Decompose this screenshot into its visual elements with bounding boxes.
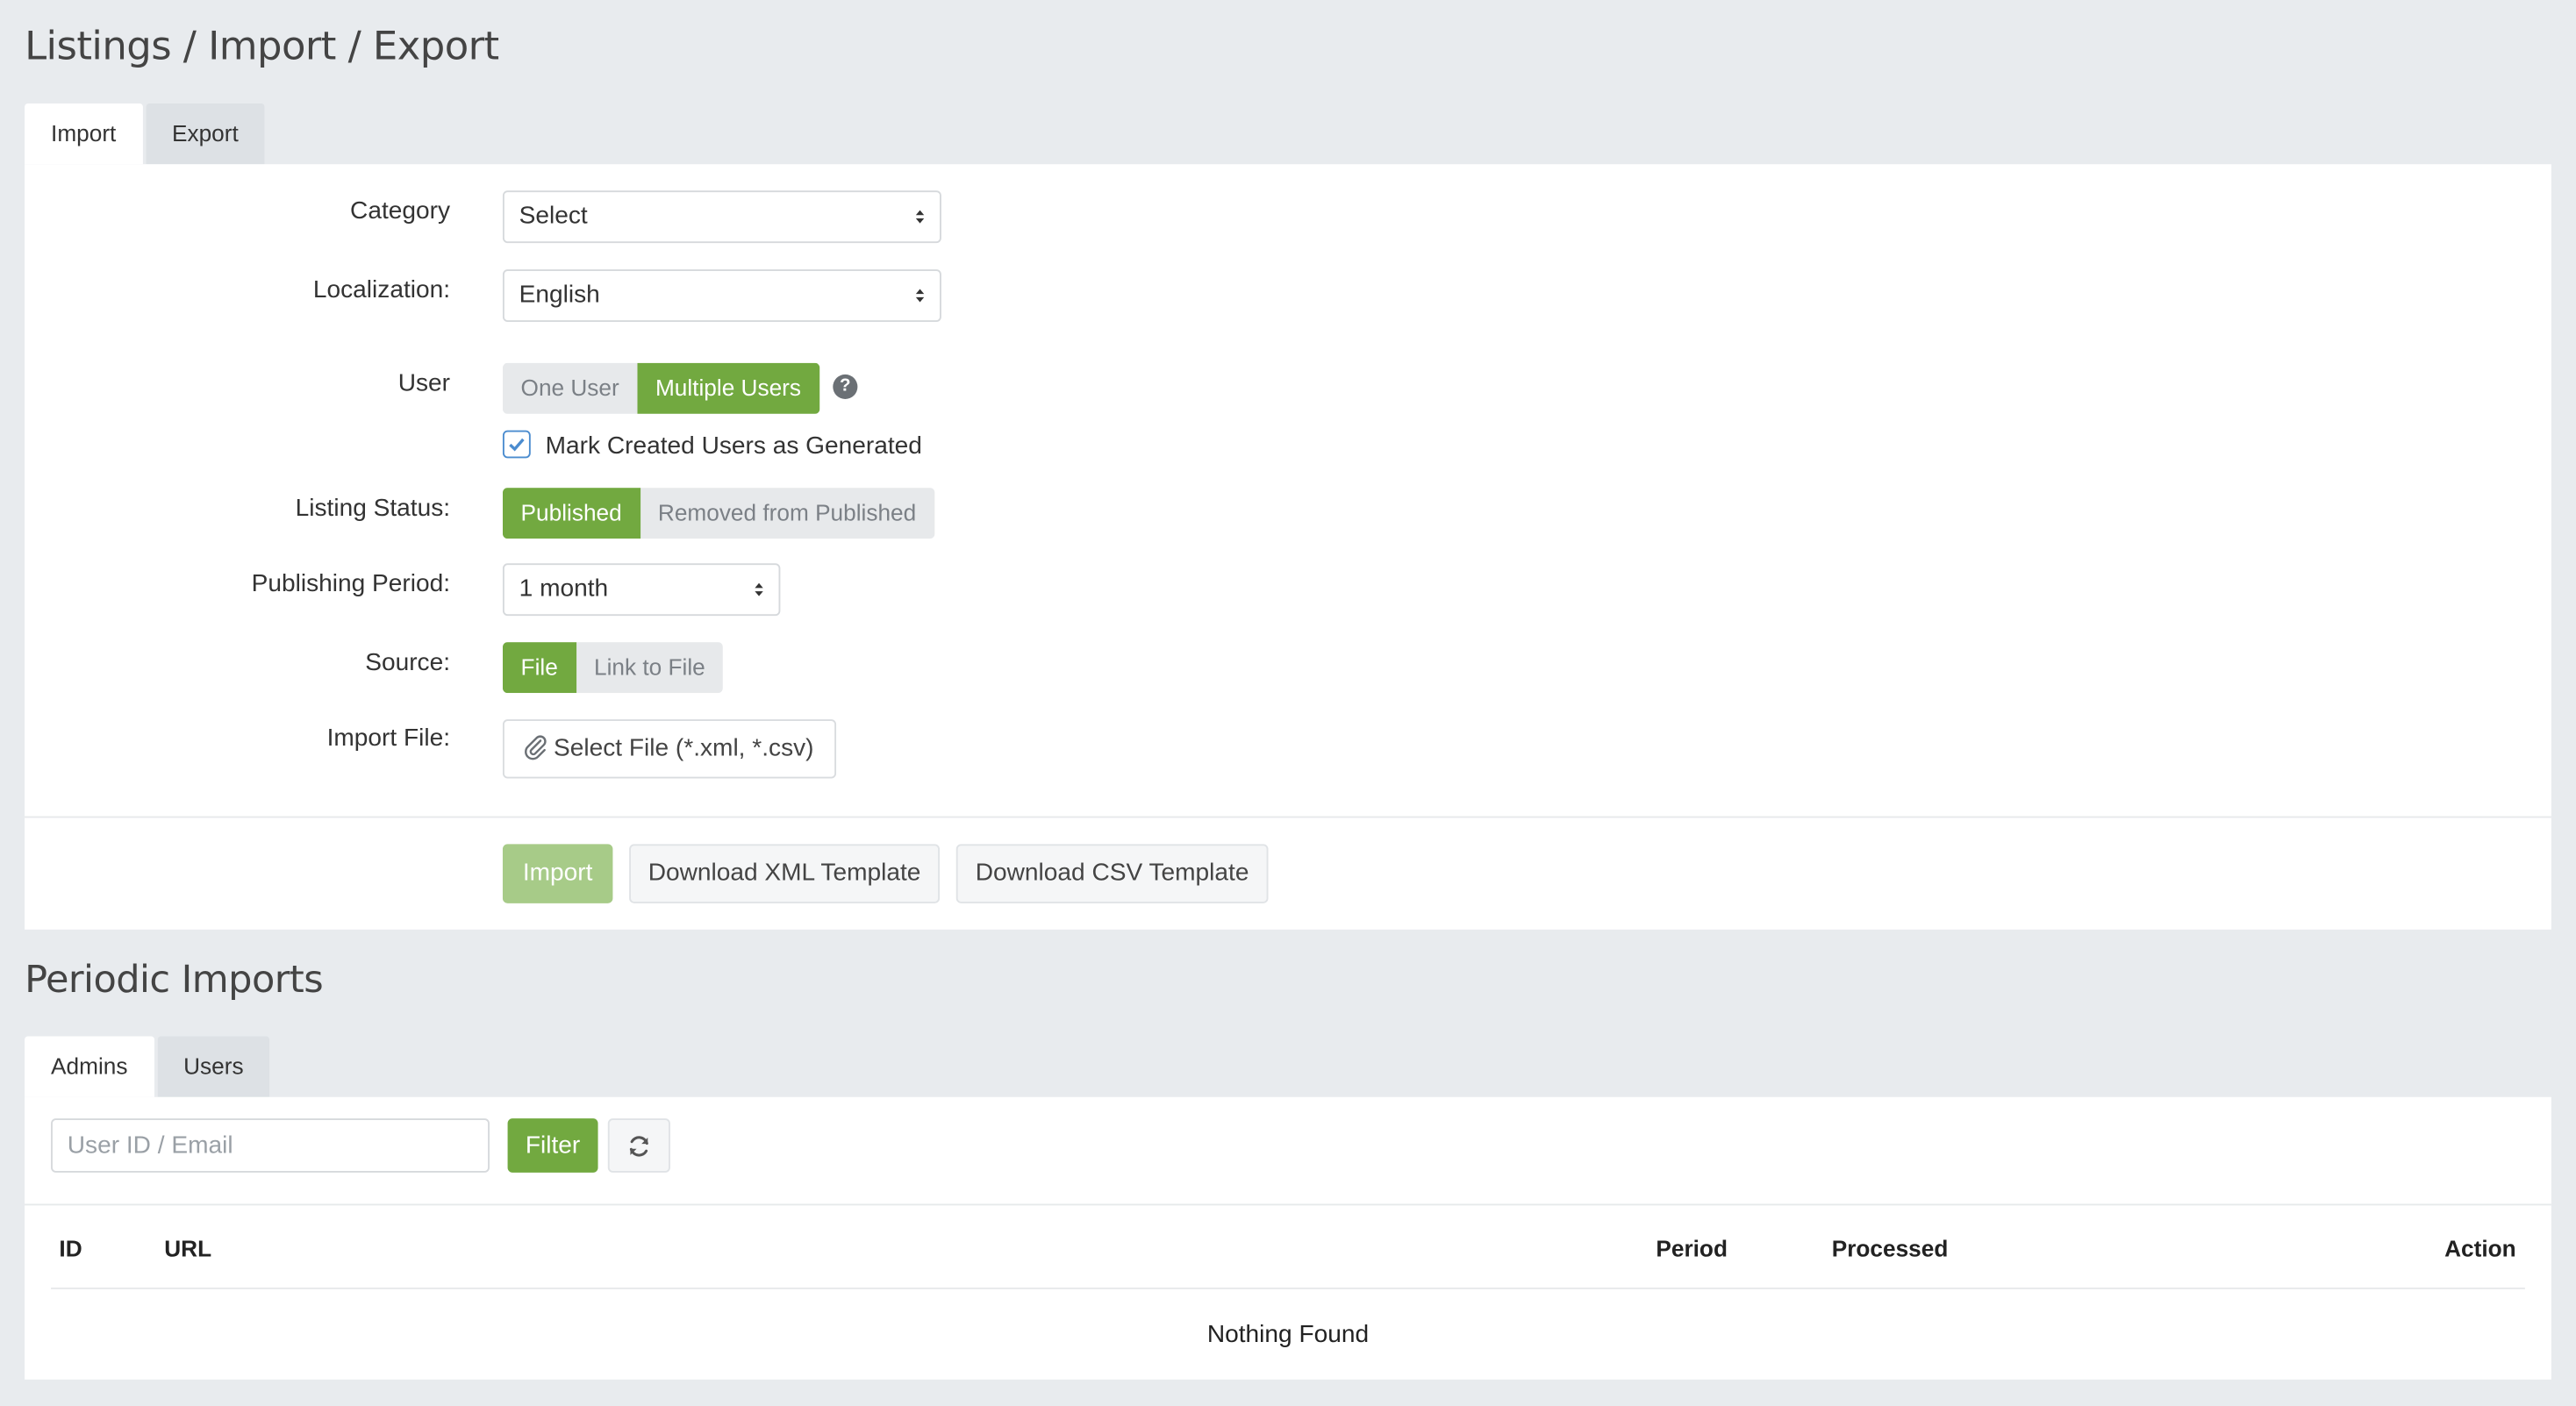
select-file-label: Select File (*.xml, *.csv) <box>553 733 814 762</box>
column-header-period: Period <box>1656 1235 1728 1262</box>
listing-status-toggle: Published Removed from Published <box>502 488 934 539</box>
tab-users[interactable]: Users <box>157 1036 270 1097</box>
category-label: Category <box>350 196 451 225</box>
publishing-period-select[interactable]: 1 month <box>502 563 781 617</box>
column-header-id: ID <box>59 1235 82 1262</box>
check-icon <box>509 438 525 452</box>
select-arrows-icon <box>915 210 925 224</box>
question-circle-icon[interactable]: ? <box>833 374 858 399</box>
download-xml-template-button[interactable]: Download XML Template <box>629 844 941 903</box>
mark-generated-label: Mark Created Users as Generated <box>545 432 922 460</box>
form-divider <box>25 816 2551 818</box>
refresh-button[interactable] <box>607 1118 670 1173</box>
one-user-option[interactable]: One User <box>502 362 638 414</box>
select-arrows-icon <box>915 289 925 303</box>
filter-button[interactable]: Filter <box>507 1118 598 1173</box>
publishing-period-label: Publishing Period: <box>251 569 451 598</box>
periodic-tabs: Admins Users <box>25 1036 273 1097</box>
section-title-periodic-imports: Periodic Imports <box>25 959 324 1003</box>
source-toggle: File Link to File <box>502 642 724 694</box>
empty-table-message: Nothing Found <box>1206 1320 1370 1349</box>
category-select[interactable]: Select <box>502 190 941 244</box>
filter-divider <box>25 1203 2551 1206</box>
download-csv-template-button[interactable]: Download CSV Template <box>955 844 1269 903</box>
user-toggle: One User Multiple Users <box>502 362 819 414</box>
publishing-period-value: 1 month <box>519 575 609 603</box>
localization-select-value: English <box>519 281 600 310</box>
paperclip-icon <box>525 735 547 760</box>
localization-select[interactable]: English <box>502 269 941 322</box>
file-option[interactable]: File <box>502 642 576 694</box>
column-header-url: URL <box>164 1235 212 1262</box>
listing-status-label: Listing Status: <box>295 494 451 523</box>
removed-from-published-option[interactable]: Removed from Published <box>640 488 934 539</box>
link-to-file-option[interactable]: Link to File <box>576 642 724 694</box>
tab-import[interactable]: Import <box>25 103 143 165</box>
main-tabs: Import Export <box>25 103 268 165</box>
select-file-button[interactable]: Select File (*.xml, *.csv) <box>502 719 837 779</box>
column-header-action: Action <box>2444 1235 2516 1262</box>
column-header-processed: Processed <box>1831 1235 1949 1262</box>
app-frame: Listings / Import / Export Import Export… <box>0 0 2576 1406</box>
multiple-users-option[interactable]: Multiple Users <box>637 362 819 414</box>
tab-admins[interactable]: Admins <box>25 1036 154 1097</box>
refresh-icon <box>629 1136 648 1157</box>
tab-export[interactable]: Export <box>146 103 265 165</box>
published-option[interactable]: Published <box>502 488 640 539</box>
import-file-label: Import File: <box>326 724 451 753</box>
table-header-divider <box>51 1287 2525 1289</box>
source-label: Source: <box>365 648 451 677</box>
category-select-value: Select <box>519 202 588 231</box>
localization-label: Localization: <box>312 275 451 304</box>
mark-generated-checkbox[interactable] <box>502 430 531 459</box>
import-button[interactable]: Import <box>502 844 613 903</box>
user-id-email-input[interactable] <box>51 1118 490 1173</box>
page-title: Listings / Import / Export <box>25 23 499 69</box>
user-label: User <box>397 369 451 398</box>
select-arrows-icon <box>755 582 763 596</box>
